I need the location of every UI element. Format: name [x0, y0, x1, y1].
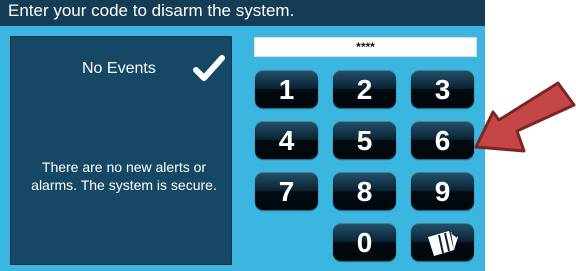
key-2[interactable]: 2: [333, 70, 396, 108]
key-8[interactable]: 8: [333, 172, 396, 210]
key-0[interactable]: 0: [333, 223, 396, 261]
key-7-label: 7: [278, 176, 295, 207]
key-6-label: 6: [434, 125, 451, 156]
key-5[interactable]: 5: [333, 121, 396, 159]
key-3-label: 3: [434, 74, 451, 105]
key-1[interactable]: 1: [255, 70, 318, 108]
keypad: 1 2 3 4 5 6 7 8 9 0: [255, 70, 475, 261]
prompt-text: Enter your code to disarm the system.: [8, 1, 295, 20]
key-3[interactable]: 3: [411, 70, 474, 108]
key-4[interactable]: 4: [255, 121, 318, 159]
key-9[interactable]: 9: [411, 172, 474, 210]
key-0-label: 0: [356, 227, 373, 258]
disarm-panel: No Events There are no new alerts or ala…: [0, 26, 485, 271]
key-8-label: 8: [356, 176, 373, 207]
prompt-bar: Enter your code to disarm the system.: [0, 0, 485, 26]
eraser-icon: [427, 231, 458, 256]
status-panel: No Events There are no new alerts or ala…: [10, 36, 232, 265]
check-icon: [193, 55, 225, 81]
key-4-label: 4: [278, 125, 295, 156]
code-display: ****: [254, 37, 477, 57]
clear-button[interactable]: [411, 223, 474, 261]
key-7[interactable]: 7: [255, 172, 318, 210]
arrow-icon: [474, 81, 576, 153]
screen: ure Enter your code to disarm the system…: [0, 0, 576, 271]
status-title: No Events: [82, 60, 156, 77]
key-2-label: 2: [356, 74, 373, 105]
status-header: No Events: [10, 52, 232, 82]
key-5-label: 5: [356, 125, 373, 156]
status-message: There are no new alerts or alarms. The s…: [31, 159, 217, 193]
key-9-label: 9: [434, 176, 451, 207]
key-6[interactable]: 6: [411, 121, 474, 159]
key-1-label: 1: [278, 74, 295, 105]
